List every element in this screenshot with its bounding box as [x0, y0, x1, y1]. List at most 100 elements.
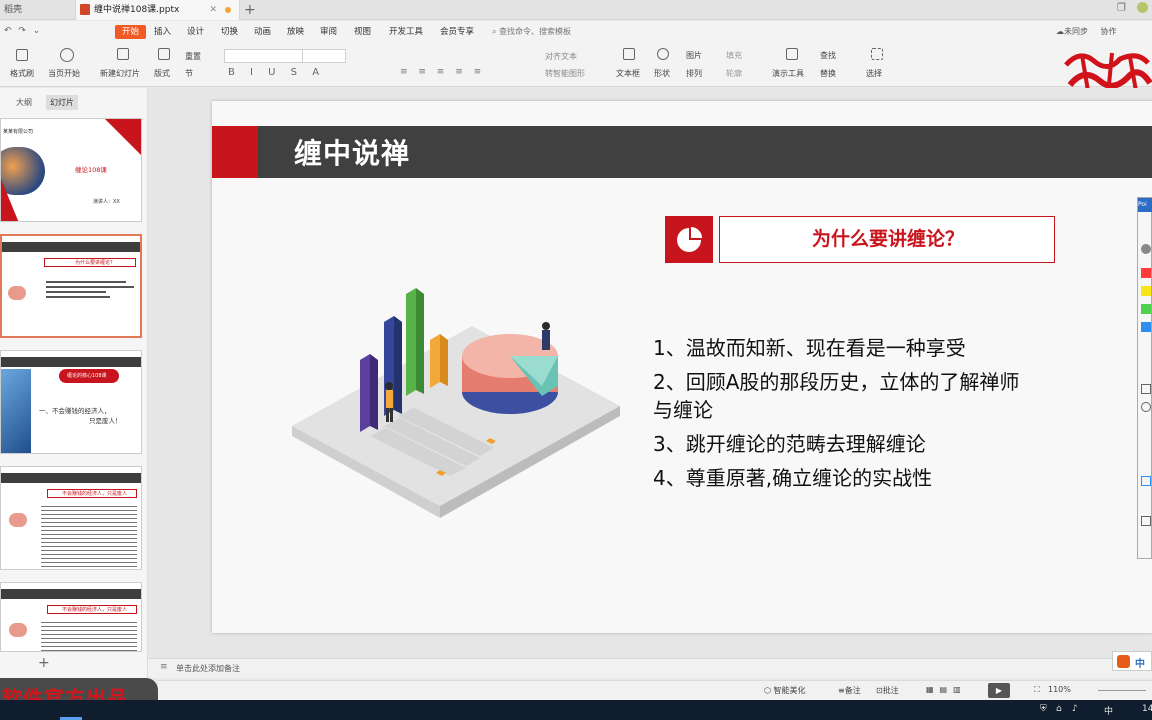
collab-label[interactable]: 协作: [1101, 27, 1117, 36]
command-search[interactable]: ⌕ 查找命令、搜索模板: [492, 26, 571, 37]
new-slide-icon[interactable]: [117, 48, 129, 60]
menu-member[interactable]: 会员专享: [440, 25, 474, 39]
smart-art-button[interactable]: 转智能图形: [545, 68, 585, 79]
textbox-icon[interactable]: [623, 48, 635, 60]
menu-slideshow[interactable]: 放映: [287, 25, 304, 39]
thumb3-banner: 缠论的核心108课: [59, 369, 119, 383]
point-4[interactable]: 4、尊重原著,确立缠论的实战性: [653, 463, 932, 493]
slide-thumbnail-3[interactable]: 缠论的核心108课 一、不会赚钱的经济人， 只是废人！: [0, 350, 142, 454]
view-mode-icons[interactable]: ▦▤▥: [926, 685, 967, 694]
ellipse-tool-icon[interactable]: [1141, 402, 1151, 412]
tab-slides[interactable]: 幻灯片: [46, 95, 78, 110]
slide-thumbnail-panel: 大纲 幻灯片 某某有限公司 缠论108课 演讲人：XX 为什么要讲缠论？ 缠论的…: [0, 88, 148, 680]
menu-animation[interactable]: 动画: [254, 25, 271, 39]
menu-view[interactable]: 视图: [354, 25, 371, 39]
new-slide-button[interactable]: 新建幻灯片: [100, 68, 140, 79]
outline-button[interactable]: 轮廓: [726, 68, 742, 79]
pptx-file-icon: [80, 4, 90, 15]
play-icon[interactable]: [60, 48, 74, 62]
zoom-slider[interactable]: [1098, 690, 1146, 691]
network-icon[interactable]: ⌂: [1056, 704, 1062, 714]
layout-icon[interactable]: ❐: [1117, 3, 1126, 14]
tab-outline[interactable]: 大纲: [16, 97, 32, 108]
volume-icon[interactable]: ♪: [1072, 704, 1078, 714]
yellow-swatch[interactable]: [1141, 286, 1151, 296]
current-slide[interactable]: 缠中说禅 为什么要讲缠论？ 1、温故而知新、现在看是一种享受 2、回顾A股的那段…: [212, 101, 1152, 633]
notes-pane[interactable]: ≡ 单击此处添加备注: [148, 658, 1152, 678]
gray-swatch[interactable]: [1141, 244, 1151, 254]
present-tool-icon[interactable]: [786, 48, 798, 60]
rectangle-tool-icon[interactable]: [1141, 384, 1151, 394]
point-1[interactable]: 1、温故而知新、现在看是一种享受: [653, 333, 966, 363]
pen-toolbar[interactable]: Poi: [1137, 197, 1152, 559]
taskbar-clock[interactable]: 14: [1142, 704, 1152, 714]
thumb1-company: 某某有限公司: [3, 129, 34, 135]
shape-icon[interactable]: [657, 48, 669, 60]
quick-access-icons[interactable]: ↶ ↷ ⌄: [4, 26, 42, 36]
save-tool-icon[interactable]: [1141, 516, 1151, 526]
fit-window-icon[interactable]: ⛶: [1034, 685, 1040, 695]
layout-grid-icon[interactable]: [158, 48, 170, 60]
slide-thumbnail-4[interactable]: 不会赚钱的经济人，只是废人: [0, 466, 142, 570]
zoom-level[interactable]: 110%: [1048, 685, 1071, 694]
format-painter-icon[interactable]: [16, 49, 28, 61]
slide-thumbnail-1[interactable]: 某某有限公司 缠论108课 演讲人：XX: [0, 118, 142, 222]
slide-thumbnail-2[interactable]: 为什么要讲缠论？: [0, 234, 142, 338]
smart-beautify-button[interactable]: ⬡ 智能美化: [764, 685, 806, 696]
font-size-select[interactable]: [302, 49, 346, 63]
arrange-button[interactable]: 排列: [686, 68, 702, 79]
shape-button[interactable]: 形状: [654, 68, 670, 79]
thumb2-title-bar: [2, 242, 140, 252]
ime-indicator[interactable]: 中: [1112, 651, 1152, 671]
tab-document[interactable]: 缠中说禅108课.pptx ✕: [75, 0, 240, 20]
section-button[interactable]: 节: [185, 68, 193, 79]
menu-transition[interactable]: 切换: [221, 25, 238, 39]
taskbar-input-method[interactable]: 中: [1104, 704, 1113, 717]
new-tab-button[interactable]: +: [244, 1, 256, 19]
red-swatch[interactable]: [1141, 268, 1151, 278]
font-style-icons[interactable]: B I U S A: [228, 67, 325, 78]
point-2[interactable]: 2、回顾A股的那段历史，立体的了解禅师: [653, 367, 1019, 397]
thumb3-banner-text: 缠论的核心108课: [67, 373, 107, 379]
sync-status[interactable]: ☁未同步 协作: [1056, 26, 1117, 37]
menu-developer[interactable]: 开发工具: [389, 25, 423, 39]
select-icon[interactable]: [871, 48, 883, 60]
textbox-button[interactable]: 文本框: [616, 68, 640, 79]
play-slideshow-button[interactable]: ▶: [988, 683, 1010, 698]
menu-insert[interactable]: 插入: [154, 25, 171, 39]
tab-home[interactable]: 稻壳: [0, 0, 68, 20]
fill-button[interactable]: 填充: [726, 50, 742, 61]
from-start-button[interactable]: 当页开始: [48, 68, 80, 79]
notes-toggle[interactable]: ≡备注: [838, 685, 861, 696]
select-button[interactable]: 选择: [866, 68, 882, 79]
question-box[interactable]: 为什么要讲缠论？: [719, 216, 1055, 263]
add-slide-button[interactable]: +: [38, 655, 50, 671]
point-2-continued[interactable]: 与缠论: [653, 395, 713, 425]
point-3[interactable]: 3、跳开缠论的范畴去理解缠论: [653, 429, 926, 459]
menu-start[interactable]: 开始: [115, 25, 147, 39]
format-painter-button[interactable]: 格式刷: [10, 68, 34, 79]
slide-thumbnail-5[interactable]: 不会赚钱的经济人，只是废人: [0, 582, 142, 652]
find-button[interactable]: 查找: [820, 50, 836, 61]
present-tool-button[interactable]: 演示工具: [772, 68, 804, 79]
slide-title[interactable]: 缠中说禅: [294, 138, 410, 170]
paragraph-align-icons[interactable]: ≡ ≡ ≡ ≡ ≡: [400, 67, 485, 77]
blue-swatch[interactable]: [1141, 322, 1151, 332]
replace-button[interactable]: 替换: [820, 68, 836, 79]
add-tool-icon[interactable]: [1141, 476, 1151, 486]
tab-home-label: 稻壳: [4, 5, 23, 15]
comments-toggle[interactable]: ⊡批注: [876, 685, 899, 696]
close-icon[interactable]: ✕: [209, 0, 217, 20]
notes-placeholder[interactable]: 单击此处添加备注: [176, 663, 240, 674]
reset-button[interactable]: 重置: [185, 51, 201, 62]
menu-review[interactable]: 审阅: [320, 25, 337, 39]
wps-presentation-window: 稻壳 缠中说禅108课.pptx ✕ + ❐ ↶ ↷ ⌄ 开始 插入 设计 切换…: [0, 0, 1152, 720]
menu-design[interactable]: 设计: [187, 25, 204, 39]
align-text-button[interactable]: 对齐文本: [545, 51, 577, 62]
thumb5-heading-box: 不会赚钱的经济人，只是废人: [47, 605, 137, 614]
green-swatch[interactable]: [1141, 304, 1151, 314]
shield-icon[interactable]: ⛨: [1040, 704, 1047, 714]
avatar[interactable]: [1137, 2, 1148, 13]
picture-button[interactable]: 图片: [686, 50, 702, 61]
layout-button[interactable]: 版式: [154, 68, 170, 79]
